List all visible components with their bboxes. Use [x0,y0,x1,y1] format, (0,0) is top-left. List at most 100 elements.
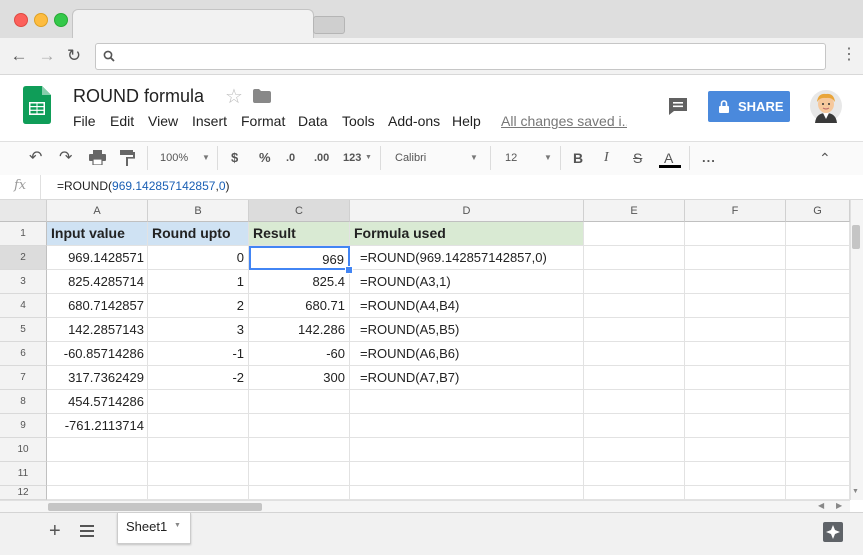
cell-e10[interactable] [584,438,685,462]
document-title[interactable]: ROUND formula [73,86,204,107]
cell-f3[interactable] [685,270,786,294]
cell-d3[interactable]: =ROUND(A3,1) [350,270,584,294]
paint-format-icon[interactable] [120,150,136,166]
add-sheet-icon[interactable]: + [49,520,61,543]
formula-input[interactable]: =ROUND(969.142857142857,0) [57,179,230,193]
cell-e11[interactable] [584,462,685,486]
cell-d9[interactable] [350,414,584,438]
cell-f2[interactable] [685,246,786,270]
cell-b12[interactable] [148,486,249,500]
reload-icon[interactable]: ↻ [63,45,85,67]
menu-view[interactable]: View [148,113,178,129]
cell-a3[interactable]: 825.4285714 [47,270,148,294]
cell-f5[interactable] [685,318,786,342]
cell-g3[interactable] [786,270,850,294]
all-sheets-icon[interactable] [80,525,94,537]
menu-help[interactable]: Help [452,113,481,129]
cell-b11[interactable] [148,462,249,486]
row-header[interactable]: 12 [0,486,47,500]
sheets-logo-icon[interactable] [23,86,51,124]
cell-g4[interactable] [786,294,850,318]
cell-d6[interactable]: =ROUND(A6,B6) [350,342,584,366]
cell-d11[interactable] [350,462,584,486]
cell-a7[interactable]: 317.7362429 [47,366,148,390]
cell-g6[interactable] [786,342,850,366]
address-bar[interactable] [95,43,826,70]
cell-a8[interactable]: 454.5714286 [47,390,148,414]
select-all-corner[interactable] [0,200,47,222]
sheet-tab-dropdown-icon[interactable]: ▼ [174,522,181,529]
cell-g7[interactable] [786,366,850,390]
cell-d8[interactable] [350,390,584,414]
cell-c9[interactable] [249,414,350,438]
zoom-select[interactable]: 100% [160,148,188,168]
close-window-button[interactable] [14,13,28,27]
cell-e6[interactable] [584,342,685,366]
cell-d5[interactable]: =ROUND(A5,B5) [350,318,584,342]
cell-g1[interactable] [786,222,850,246]
menu-format[interactable]: Format [241,113,285,129]
explore-icon[interactable] [823,522,843,542]
browser-menu-icon[interactable]: ⋮ [841,46,857,64]
cell-b4[interactable]: 2 [148,294,249,318]
italic-button[interactable]: I [604,148,609,168]
browser-tab[interactable] [72,9,314,40]
sheet-tab-sheet1[interactable]: Sheet1 ▼ [117,513,191,544]
row-header[interactable]: 1 [0,222,47,246]
cell-g9[interactable] [786,414,850,438]
cell-a11[interactable] [47,462,148,486]
row-header[interactable]: 5 [0,318,47,342]
cell-c10[interactable] [249,438,350,462]
cell-f1[interactable] [685,222,786,246]
row-header[interactable]: 7 [0,366,47,390]
cell-e5[interactable] [584,318,685,342]
selected-cell-c2[interactable]: 969 [249,246,350,270]
print-icon[interactable] [89,150,106,165]
cell-c4[interactable]: 680.71 [249,294,350,318]
more-options-button[interactable]: ... [702,148,716,168]
font-size-select[interactable]: 12 [505,148,517,168]
menu-edit[interactable]: Edit [110,113,134,129]
star-icon[interactable]: ☆ [225,84,243,109]
cell-e12[interactable] [584,486,685,500]
cell-b1[interactable]: Round upto [148,222,249,246]
row-header[interactable]: 11 [0,462,47,486]
cell-g5[interactable] [786,318,850,342]
cell-g10[interactable] [786,438,850,462]
cell-d2[interactable]: =ROUND(969.142857142857,0) [350,246,584,270]
cell-d7[interactable]: =ROUND(A7,B7) [350,366,584,390]
cell-a4[interactable]: 680.7142857 [47,294,148,318]
cell-g2[interactable] [786,246,850,270]
cell-e9[interactable] [584,414,685,438]
cell-f6[interactable] [685,342,786,366]
cell-a9[interactable]: -761.2113714 [47,414,148,438]
row-header[interactable]: 2 [0,246,47,270]
fill-handle[interactable] [345,266,353,274]
comments-icon[interactable] [668,97,688,116]
cell-c3[interactable]: 825.4 [249,270,350,294]
cell-a6[interactable]: -60.85714286 [47,342,148,366]
folder-icon[interactable] [253,89,271,103]
row-header[interactable]: 6 [0,342,47,366]
cell-f10[interactable] [685,438,786,462]
maximize-window-button[interactable] [54,13,68,27]
cell-e8[interactable] [584,390,685,414]
cell-e2[interactable] [584,246,685,270]
column-header-a[interactable]: A [47,200,148,222]
cell-c1[interactable]: Result [249,222,350,246]
increase-decimals-button[interactable]: .00 [314,148,329,168]
save-status-link[interactable]: All changes saved i... [501,113,627,129]
menu-tools[interactable]: Tools [342,113,375,129]
cell-d12[interactable] [350,486,584,500]
cell-b3[interactable]: 1 [148,270,249,294]
column-header-g[interactable]: G [786,200,850,222]
cell-f8[interactable] [685,390,786,414]
vertical-scroll-thumb[interactable] [852,225,860,249]
forward-arrow-icon[interactable]: → [36,45,58,67]
scroll-down-arrow-icon[interactable]: ▼ [852,488,859,495]
row-header[interactable]: 4 [0,294,47,318]
cell-b6[interactable]: -1 [148,342,249,366]
back-arrow-icon[interactable]: ← [8,45,30,67]
cell-c11[interactable] [249,462,350,486]
currency-format-button[interactable]: $ [231,148,238,168]
